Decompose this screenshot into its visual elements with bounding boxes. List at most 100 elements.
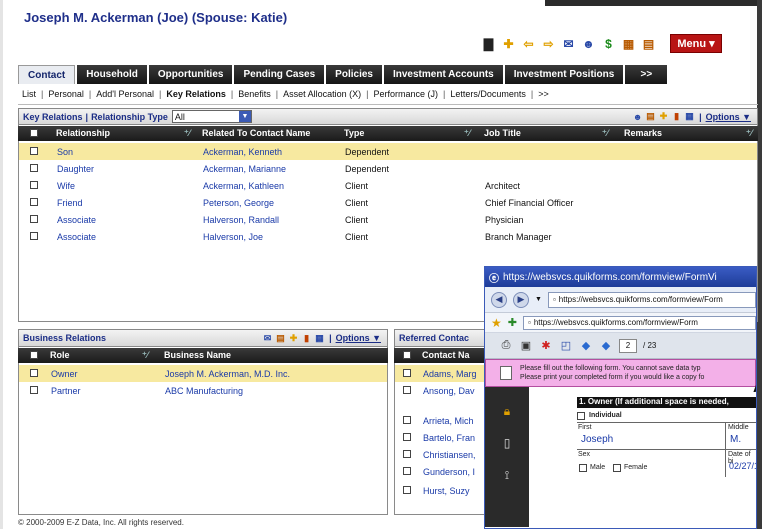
middle-name-field[interactable]: M. <box>730 434 741 445</box>
row-checkbox[interactable] <box>30 147 38 155</box>
list-item[interactable]: Christiansen, <box>395 446 493 463</box>
mail-icon[interactable]: ✉ <box>262 333 273 344</box>
next-page-icon[interactable]: ◆ <box>599 339 613 353</box>
list-item[interactable]: Adams, Marg <box>395 365 493 382</box>
tab-pending-cases[interactable]: Pending Cases <box>234 65 325 84</box>
row-checkbox[interactable] <box>30 164 38 172</box>
row-checkbox[interactable] <box>30 181 38 189</box>
select-all-checkbox[interactable] <box>30 129 38 137</box>
row-checkbox[interactable] <box>30 386 38 394</box>
list-item[interactable]: Ansong, Dav <box>395 382 493 399</box>
row-checkbox[interactable] <box>30 215 38 223</box>
add-favorite-icon[interactable]: ✚ <box>508 316 517 329</box>
dollar-icon[interactable]: $ <box>600 35 617 52</box>
column-role[interactable]: Role <box>50 350 70 360</box>
attachment-icon[interactable]: ⟟ <box>500 467 514 483</box>
tab-household[interactable]: Household <box>77 65 147 84</box>
business-relations-options-link[interactable]: Options ▼ <box>336 333 381 343</box>
star-icon[interactable]: ★ <box>491 316 502 330</box>
row-checkbox[interactable] <box>403 433 411 441</box>
back-button[interactable]: ◀ <box>491 291 507 308</box>
row-checkbox[interactable] <box>30 232 38 240</box>
subtab-more[interactable]: >> <box>538 89 549 99</box>
referred-contact-name[interactable]: Ansong, Dav <box>423 386 475 396</box>
clipboard-icon[interactable]: ▤ <box>275 333 286 344</box>
table-row[interactable]: Friend Peterson, George Client Chief Fin… <box>19 194 757 211</box>
cell-related-name[interactable]: Halverson, Joe <box>203 232 263 242</box>
chevron-down-icon[interactable]: ▼ <box>535 296 542 303</box>
date-of-birth-field[interactable]: 02/27/1 <box>729 461 756 471</box>
row-checkbox[interactable] <box>30 369 38 377</box>
referred-contact-name[interactable]: Gunderson, I <box>423 467 475 477</box>
relationship-type-select[interactable]: All ▼ <box>171 110 252 123</box>
individual-checkbox[interactable] <box>577 412 585 420</box>
save-icon[interactable]: ▣ <box>519 339 533 353</box>
subtab-personal[interactable]: Personal <box>48 89 84 99</box>
cell-related-name[interactable]: Halverson, Randall <box>203 215 279 225</box>
pages-icon[interactable]: ▯ <box>500 435 514 451</box>
sort-icon[interactable]: ⁺⁄ <box>746 128 752 139</box>
column-relationship[interactable]: Relationship <box>56 128 110 138</box>
clipboard-icon[interactable]: ▤ <box>645 111 656 122</box>
column-related-to-name[interactable]: Related To Contact Name <box>202 128 310 138</box>
first-name-field[interactable]: Joseph <box>581 434 613 445</box>
list-item[interactable]: Hurst, Suzy <box>395 482 493 499</box>
table-row[interactable]: Associate Halverson, Joe Client Branch M… <box>19 228 757 245</box>
referred-contact-name[interactable]: Adams, Marg <box>423 369 477 379</box>
clipboard-icon[interactable]: ▤ <box>640 35 657 52</box>
row-checkbox[interactable] <box>403 369 411 377</box>
select-all-checkbox[interactable] <box>403 351 411 359</box>
tab-investment-accounts[interactable]: Investment Accounts <box>383 65 503 84</box>
tab-more[interactable]: >> <box>625 65 668 84</box>
select-all-checkbox[interactable] <box>30 351 38 359</box>
female-checkbox[interactable] <box>613 464 621 472</box>
select-tool-icon[interactable]: ◰ <box>559 339 573 353</box>
column-type[interactable]: Type <box>344 128 364 138</box>
column-business-name[interactable]: Business Name <box>164 350 231 360</box>
star-icon[interactable]: ✱ <box>539 339 553 353</box>
contact-card-icon[interactable]: ▇ <box>480 35 497 52</box>
tab-contact[interactable]: Contact <box>18 65 76 84</box>
cell-related-name[interactable]: Ackerman, Marianne <box>203 164 286 174</box>
row-checkbox[interactable] <box>403 486 411 494</box>
row-checkbox[interactable] <box>403 386 411 394</box>
row-checkbox[interactable] <box>403 450 411 458</box>
tab-opportunities[interactable]: Opportunities <box>148 65 233 84</box>
forward-arrow-icon[interactable]: ⇨ <box>540 35 557 52</box>
cell-business-name[interactable]: Joseph M. Ackerman, M.D. Inc. <box>165 369 290 379</box>
row-checkbox[interactable] <box>403 416 411 424</box>
sort-icon[interactable]: ⁺⁄ <box>142 350 148 361</box>
delete-icon[interactable]: ▮ <box>301 333 312 344</box>
key-relations-options-link[interactable]: Options ▼ <box>706 112 751 122</box>
referred-contact-name[interactable]: Bartelo, Fran <box>423 433 475 443</box>
table-row[interactable]: Wife Ackerman, Kathleen Client Architect <box>19 177 757 194</box>
calendar-icon[interactable]: ▦ <box>684 111 695 122</box>
table-row[interactable]: Son Ackerman, Kenneth Dependent <box>19 143 757 160</box>
page-number-input[interactable]: 2 <box>619 338 637 353</box>
print-icon[interactable]: ⎙ <box>499 339 513 353</box>
back-arrow-icon[interactable]: ⇦ <box>520 35 537 52</box>
people-icon[interactable]: ☻ <box>632 111 643 122</box>
add-icon[interactable]: ✚ <box>288 333 299 344</box>
cell-related-name[interactable]: Ackerman, Kathleen <box>203 181 284 191</box>
sort-icon[interactable]: ⁺⁄ <box>602 128 608 139</box>
table-row[interactable]: Associate Halverson, Randall Client Phys… <box>19 211 757 228</box>
column-job-title[interactable]: Job Title <box>484 128 521 138</box>
people-icon[interactable]: ☻ <box>580 35 597 52</box>
column-contact-name[interactable]: Contact Na <box>422 350 470 360</box>
delete-icon[interactable]: ▮ <box>671 111 682 122</box>
subtab-addl-personal[interactable]: Add'l Personal <box>96 89 154 99</box>
subtab-key-relations[interactable]: Key Relations <box>166 89 226 99</box>
list-item[interactable]: Bartelo, Fran <box>395 429 493 446</box>
list-item[interactable]: Gunderson, I <box>395 463 493 480</box>
sort-icon[interactable]: ⁺⁄ <box>464 128 470 139</box>
menu-button[interactable]: Menu ▾ <box>670 34 722 53</box>
male-checkbox[interactable] <box>579 464 587 472</box>
referred-contact-name[interactable]: Hurst, Suzy <box>423 486 470 496</box>
address-bar[interactable]: ▫ https://websvcs.quikforms.com/formview… <box>547 291 756 308</box>
row-checkbox[interactable] <box>403 467 411 475</box>
forward-button[interactable]: ▶ <box>513 291 529 308</box>
sort-icon[interactable]: ⁺⁄ <box>184 128 190 139</box>
list-item[interactable]: Arrieta, Mich <box>395 412 493 429</box>
subtab-asset-allocation[interactable]: Asset Allocation (X) <box>283 89 361 99</box>
